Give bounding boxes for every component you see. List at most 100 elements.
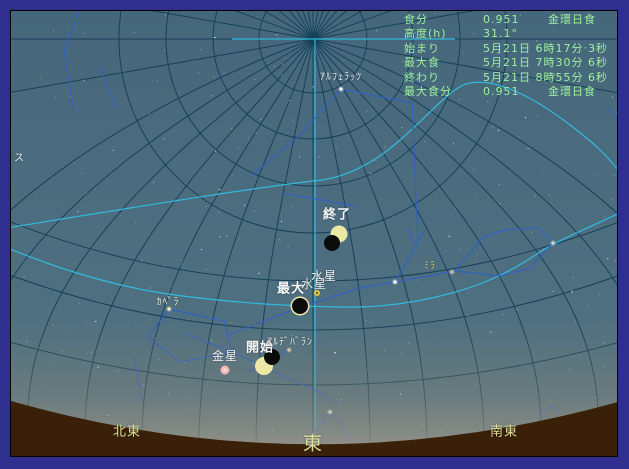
star-dot [304, 274, 305, 275]
star-dot [492, 127, 493, 128]
star-dot [455, 209, 456, 210]
star-dot [34, 115, 35, 116]
info-label: 最大食分 [404, 85, 483, 99]
alpheratz-star-halo [338, 86, 344, 92]
star-dot [572, 291, 573, 293]
star-dot [474, 169, 475, 170]
star-dot [260, 119, 262, 120]
star-dot [282, 75, 283, 76]
star-dot [248, 138, 249, 139]
star-dot [587, 305, 588, 306]
star-dot [531, 232, 532, 233]
star-dot [537, 116, 538, 117]
star-dot [40, 78, 41, 79]
star-dot [445, 250, 446, 251]
mira-star-halo [449, 269, 455, 275]
star-dot [219, 236, 220, 237]
star-dot [254, 210, 255, 212]
star-dot [219, 189, 221, 190]
eclipse-end-moon [324, 235, 340, 251]
star-dot [616, 112, 617, 113]
star-dot [292, 119, 293, 121]
star-dot [614, 261, 615, 262]
star-dot [211, 95, 212, 96]
star-dot [525, 117, 526, 118]
info-row-1: 高度(h)31.1° [404, 27, 608, 41]
eclipse-info-rows: 食分0.951金環日食高度(h)31.1°始まり5月21日 6時17分 3秒最大… [404, 13, 608, 99]
star-dot [414, 238, 415, 239]
eclipse-start-moon [264, 349, 280, 365]
star-dot [502, 314, 503, 315]
star-dot [499, 203, 500, 204]
star-dot [425, 141, 426, 142]
star-dot [612, 97, 613, 98]
info-extra: 金環日食 [548, 85, 596, 99]
star-dot [470, 209, 471, 210]
star-dot [215, 151, 216, 152]
star-dot [99, 79, 100, 80]
star-dot [70, 96, 71, 97]
eclipse-max-moon [292, 298, 308, 314]
star-dot [573, 277, 574, 278]
star-dot [41, 162, 42, 163]
star-dot [157, 80, 158, 81]
star-dot [274, 66, 275, 67]
star-dot [206, 206, 207, 207]
star-dot [142, 260, 143, 261]
star-dot [376, 30, 377, 32]
mercury-core [316, 292, 318, 294]
star-dot [83, 80, 84, 81]
star-dot [614, 174, 615, 175]
star-dot [213, 77, 214, 78]
star-dot [487, 101, 488, 102]
star-dot [135, 222, 136, 223]
bright-star-1-halo [392, 279, 398, 285]
star-dot [527, 148, 529, 149]
star-dot [543, 171, 544, 172]
star-dot [218, 212, 219, 213]
star-dot [315, 75, 316, 76]
sky-map[interactable]: 終了最大開始水星水星金星ｱﾙﾌｪﾗｯﾂｶﾍﾟﾗｱﾙﾃﾞﾊﾞﾗﾝﾐﾗリス北東東南東… [10, 10, 618, 457]
star-dot [543, 249, 544, 250]
star-dot [213, 231, 214, 232]
star-dot [193, 61, 194, 62]
star-dot [367, 111, 368, 112]
star-dot [545, 280, 546, 281]
star-dot [150, 287, 151, 289]
star-dot [556, 144, 557, 145]
star-dot [401, 127, 402, 128]
star-dot [153, 182, 154, 183]
capella-star-halo [166, 306, 172, 312]
star-dot [549, 194, 550, 195]
info-value: 31.1° [483, 27, 548, 41]
star-dot [245, 237, 246, 238]
star-dot [454, 206, 455, 207]
star-dot [306, 276, 307, 277]
star-dot [345, 197, 346, 198]
star-dot [581, 210, 582, 211]
info-label: 終わり [404, 71, 483, 85]
star-dot [74, 163, 75, 164]
star-dot [395, 123, 396, 124]
star-dot [214, 37, 216, 38]
star-dot [55, 97, 56, 98]
star-dot [453, 143, 454, 145]
star-dot [82, 119, 83, 120]
star-dot [25, 250, 26, 251]
info-extra: 金環日食 [548, 13, 596, 27]
star-dot [553, 291, 554, 292]
star-dot [476, 197, 477, 198]
star-dot [256, 132, 257, 133]
star-dot [113, 42, 114, 43]
info-row-4: 終わり5月21日 8時55分 6秒 [404, 71, 608, 85]
star-dot [343, 278, 344, 279]
star-dot [477, 255, 478, 256]
star-dot [239, 238, 240, 239]
info-row-3: 最大食5月21日 7時30分 6秒 [404, 56, 608, 70]
star-dot [499, 184, 500, 185]
info-value: 0.951 [483, 85, 548, 99]
star-dot [113, 150, 114, 151]
star-dot [181, 264, 182, 265]
info-row-0: 食分0.951金環日食 [404, 13, 608, 27]
star-dot [244, 205, 245, 206]
